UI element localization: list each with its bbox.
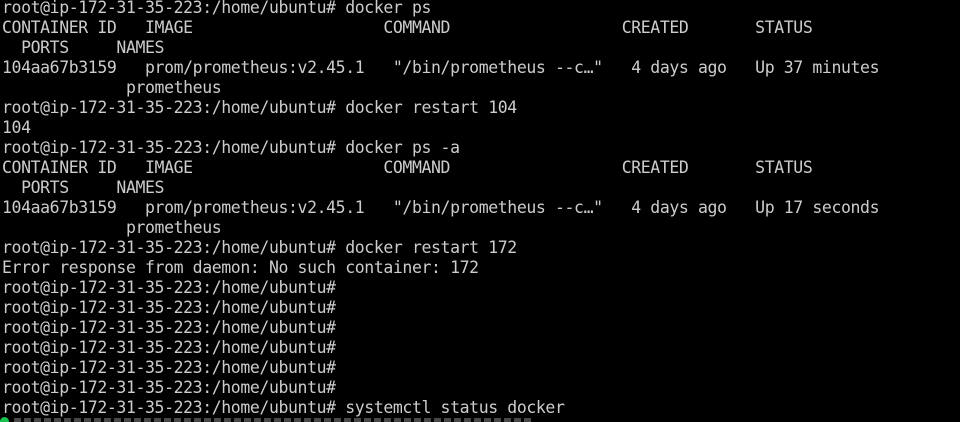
terminal-line-container-row: 104aa67b3159 prom/prometheus:v2.45.1 "/b… — [2, 198, 880, 217]
terminal-line-command: root@ip-172-31-35-223:/home/ubuntu# dock… — [2, 238, 517, 257]
terminal-output: root@ip-172-31-35-223:/home/ubuntu# dock… — [2, 0, 880, 418]
terminal-line-container-row: 104aa67b3159 prom/prometheus:v2.45.1 "/b… — [2, 58, 880, 77]
terminal-line-prompt: root@ip-172-31-35-223:/home/ubuntu# — [2, 378, 336, 397]
terminal-line-prompt: root@ip-172-31-35-223:/home/ubuntu# — [2, 278, 336, 297]
terminal-line-error: Error response from daemon: No such cont… — [2, 258, 479, 277]
terminal-line-prompt: root@ip-172-31-35-223:/home/ubuntu# — [2, 298, 336, 317]
terminal-line-output: 104 — [2, 118, 31, 137]
terminal-line-table-header: CONTAINER ID IMAGE COMMAND CREATED STATU… — [2, 18, 813, 37]
truncated-output-line — [14, 418, 534, 422]
terminal-line-container-name: prometheus — [2, 78, 222, 97]
terminal-line-command: root@ip-172-31-35-223:/home/ubuntu# dock… — [2, 138, 460, 157]
terminal-line-table-header: CONTAINER ID IMAGE COMMAND CREATED STATU… — [2, 158, 813, 177]
terminal-line-command: root@ip-172-31-35-223:/home/ubuntu# dock… — [2, 0, 432, 17]
status-dot-icon — [0, 417, 9, 422]
terminal-line-table-header-cont: PORTS NAMES — [2, 38, 165, 57]
terminal-line-command: root@ip-172-31-35-223:/home/ubuntu# dock… — [2, 98, 517, 117]
terminal-line-command: root@ip-172-31-35-223:/home/ubuntu# syst… — [2, 398, 565, 417]
terminal-line-prompt: root@ip-172-31-35-223:/home/ubuntu# — [2, 318, 336, 337]
terminal-line-container-name: prometheus — [2, 218, 222, 237]
terminal-line-table-header-cont: PORTS NAMES — [2, 178, 165, 197]
terminal-line-prompt: root@ip-172-31-35-223:/home/ubuntu# — [2, 358, 336, 377]
terminal-line-prompt: root@ip-172-31-35-223:/home/ubuntu# — [2, 338, 336, 357]
terminal-window[interactable]: root@ip-172-31-35-223:/home/ubuntu# dock… — [0, 0, 960, 422]
